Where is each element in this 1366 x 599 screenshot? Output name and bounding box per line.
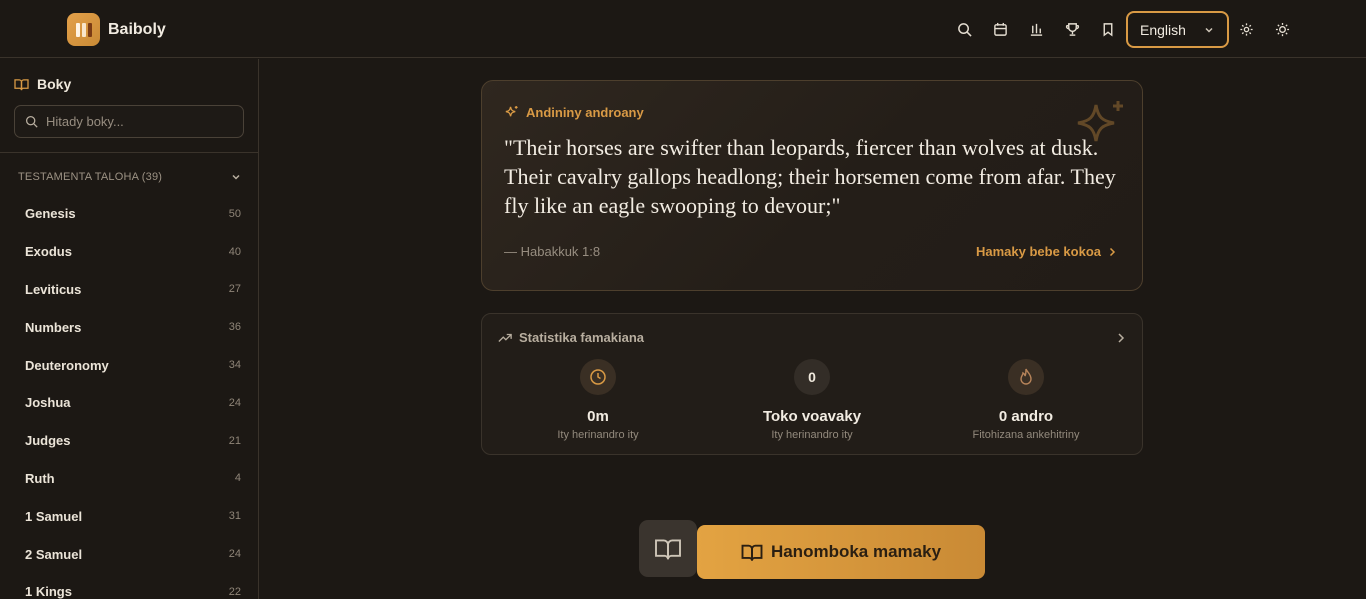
trending-up-icon xyxy=(498,333,512,342)
brand[interactable]: Baiboly xyxy=(67,13,166,46)
stat-value: Toko voavaky xyxy=(762,408,862,425)
stat-label: Ity herinandro ity xyxy=(771,429,853,441)
book-item-ruth[interactable]: Ruth 4 xyxy=(0,460,258,498)
search-icon[interactable] xyxy=(954,18,974,40)
bar-chart-icon[interactable] xyxy=(1026,18,1046,40)
top-header: Baiboly English xyxy=(0,0,1366,58)
chevron-down-icon xyxy=(232,174,240,180)
stat-label: Fitohizana ankehitriny xyxy=(972,429,1080,441)
book-item-1-kings[interactable]: 1 Kings 22 xyxy=(0,573,258,599)
book-library-button[interactable] xyxy=(639,520,697,577)
book-item-genesis[interactable]: Genesis 50 xyxy=(0,195,258,233)
stat-value: 0 andro xyxy=(998,408,1054,425)
bookmark-icon[interactable] xyxy=(1098,18,1118,40)
language-select[interactable]: English xyxy=(1126,11,1229,48)
book-item-exodus[interactable]: Exodus 40 xyxy=(0,233,258,271)
start-reading-button[interactable]: Hanomboka mamaky xyxy=(697,525,985,579)
chevron-down-icon xyxy=(1205,27,1213,33)
book-list: Genesis 50 Exodus 40 Leviticus 27 Numbers 36… xyxy=(0,195,258,599)
book-item-2-samuel[interactable]: 2 Samuel 24 xyxy=(0,535,258,573)
read-more-link[interactable]: Hamaky bebe kokoa xyxy=(976,244,1117,259)
stat-reading-time: 0m Ity herinandro ity xyxy=(518,359,678,441)
sidebar-title: Boky xyxy=(14,76,71,92)
clock-icon xyxy=(580,359,616,395)
stat-label: Ity herinandro ity xyxy=(557,429,639,441)
book-item-judges[interactable]: Judges 21 xyxy=(0,422,258,460)
reading-stats-card[interactable]: Statistika famakiana 0m Ity herinandro i… xyxy=(481,313,1143,455)
verse-text: "Their horses are swifter than leopards,… xyxy=(504,135,1116,218)
section-label: TESTAMENTA TALOHA (39) xyxy=(18,171,163,183)
book-open-icon xyxy=(655,538,681,559)
stats-title: Statistika famakiana xyxy=(498,330,644,345)
divider xyxy=(0,152,258,153)
verse-label: Andininy androany xyxy=(504,105,644,120)
flame-icon xyxy=(1008,359,1044,395)
search-icon xyxy=(25,115,38,128)
book-open-icon xyxy=(14,78,29,90)
language-value: English xyxy=(1140,21,1186,38)
app-name: Baiboly xyxy=(108,20,166,38)
stat-chapters-read: 0 Toko voavaky Ity herinandro ity xyxy=(732,359,892,441)
stat-value: 0m xyxy=(587,408,609,425)
trophy-icon[interactable] xyxy=(1062,18,1082,40)
book-item-deuteronomy[interactable]: Deuteronomy 34 xyxy=(0,346,258,384)
sidebar: Boky TESTAMENTA TALOHA (39) Genesis50 Ex… xyxy=(0,59,259,599)
section-old-testament[interactable]: TESTAMENTA TALOHA (39) xyxy=(18,169,242,185)
book-item-1-samuel[interactable]: 1 Samuel 31 xyxy=(0,497,258,535)
book-open-icon xyxy=(741,544,763,561)
sparkles-icon xyxy=(505,105,518,117)
book-search-field[interactable] xyxy=(14,105,244,138)
app-logo-icon xyxy=(67,13,100,46)
book-item-leviticus[interactable]: Leviticus 27 xyxy=(0,271,258,309)
chapters-badge: 0 xyxy=(794,359,830,395)
verse-of-the-day-card: Andininy androany "Their horses are swif… xyxy=(481,80,1143,291)
book-item-numbers[interactable]: Numbers 36 xyxy=(0,308,258,346)
chevron-right-icon xyxy=(1109,247,1116,256)
book-item-joshua[interactable]: Joshua 24 xyxy=(0,384,258,422)
sun-icon[interactable] xyxy=(1272,18,1292,40)
stat-streak: 0 andro Fitohizana ankehitriny xyxy=(946,359,1106,441)
calendar-icon[interactable] xyxy=(990,18,1010,40)
verse-reference: — Habakkuk 1:8 xyxy=(504,244,601,259)
chevron-right-icon[interactable] xyxy=(1116,331,1126,349)
gear-icon[interactable] xyxy=(1236,18,1256,40)
book-search-input[interactable] xyxy=(46,114,236,129)
